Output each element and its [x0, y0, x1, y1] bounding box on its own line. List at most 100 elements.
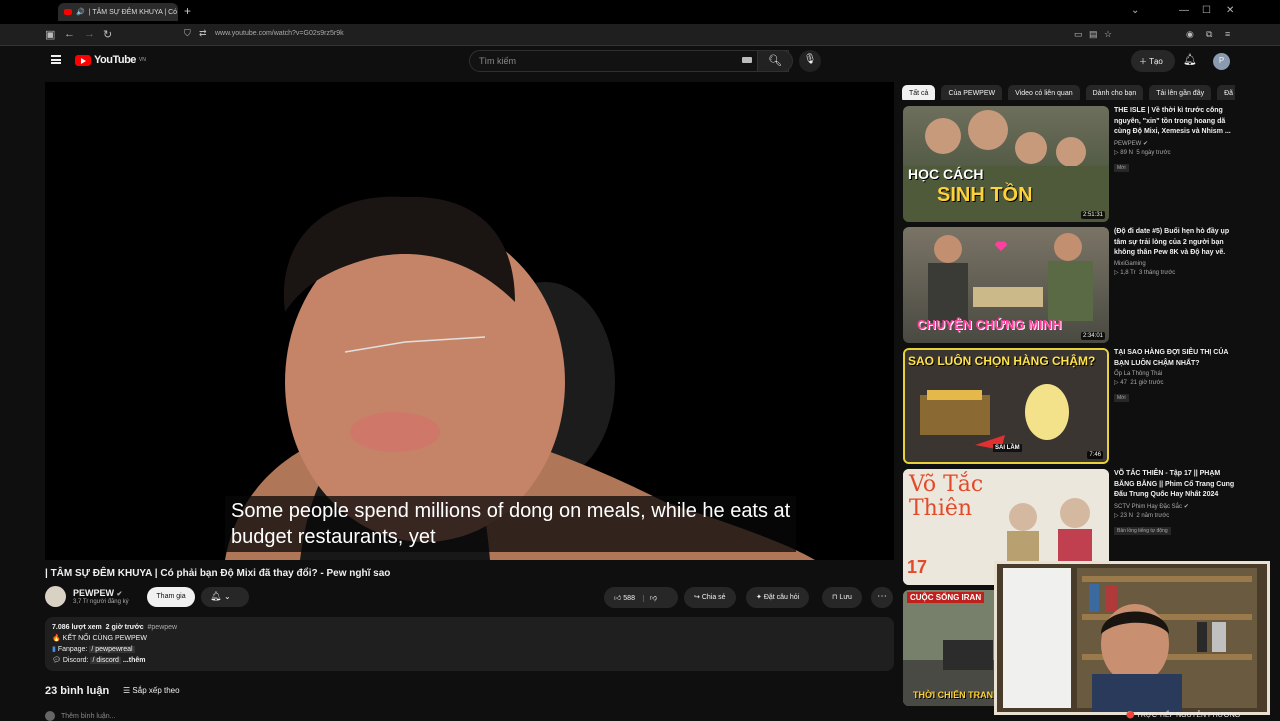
recommendation-item[interactable]: HỌC CÁCH SINH TỒN 2:51:31 THE ISLE | Về … [903, 106, 1235, 222]
region-code: VN [138, 57, 146, 63]
video-thumbnail[interactable]: HỌC CÁCH SINH TỒN 2:51:31 [903, 106, 1109, 222]
blue-book-icon: ▮ [52, 646, 56, 653]
hashtag-link[interactable]: #pewpew [148, 624, 178, 631]
hamburger-menu-icon[interactable] [51, 55, 61, 64]
youtube-header: YouTube VN Tìm kiếm 🔍︎ 🎙︎ ＋ Tạo 🔔︎ P [37, 46, 1243, 78]
thumbnail-text-1: Võ Tắc Thiên [909, 472, 984, 521]
show-more-link[interactable]: ...thêm [123, 657, 146, 664]
chip-channel[interactable]: Của PEWPEW [941, 85, 1003, 100]
dub-badge: Bản lồng tiếng tự động [1114, 526, 1171, 535]
thumbs-down-icon[interactable]: 👎︎ [642, 595, 658, 602]
recommendation-title[interactable]: VÕ TẮC THIÊN - Tập 17 || PHẠM BĂNG BĂNG … [1114, 469, 1235, 501]
ask-button[interactable]: ✦ Đặt câu hỏi [746, 587, 810, 608]
video-player[interactable]: Some people spend millions of dong on me… [45, 82, 894, 560]
recommendation-item[interactable]: CHUYỆN CHỨNG MINH 2:34:01 (Độ đi date #5… [903, 227, 1235, 343]
back-icon[interactable]: ← [64, 28, 75, 40]
new-tab-button[interactable]: + [184, 4, 191, 18]
chip-all[interactable]: Tất cả [902, 85, 936, 100]
sidebar-toggle-icon[interactable]: ▣ [45, 28, 55, 41]
recommendation-info: VÕ TẮC THIÊN - Tập 17 || PHẠM BĂNG BĂNG … [1114, 469, 1235, 537]
video-thumbnail[interactable]: SAO LUÔN CHỌN HÀNG CHẬM? SAI LẦM 7:46 [903, 348, 1109, 464]
thumbnail-text-2: SAI LẦM [993, 444, 1022, 452]
notifications-bell-icon[interactable]: 🔔︎ [1183, 53, 1197, 66]
video-thumbnail[interactable]: CHUYỆN CHỨNG MINH 2:34:01 [903, 227, 1109, 343]
bell-icon: 🔔︎ [210, 591, 222, 601]
share-icon: ↪ [694, 594, 700, 601]
recommendation-channel[interactable]: PEWPEW ✔ [1114, 140, 1235, 147]
bookmark-icon: ⊓ [832, 594, 838, 601]
maximize-icon[interactable]: ☐ [1202, 5, 1211, 16]
video-subtitles: Some people spend millions of dong on me… [225, 496, 797, 552]
share-button[interactable]: ↪ Chia sẻ [684, 587, 736, 608]
browser-toolbar: ▣ ← → ↻ ⛉ ⇄ www.youtube.com/watch?v=G02s… [0, 24, 1280, 46]
recommendation-item[interactable]: SAO LUÔN CHỌN HÀNG CHẬM? SAI LẦM 7:46 TẠ… [903, 348, 1235, 464]
channel-name[interactable]: PEWPEW ✔ [73, 588, 122, 598]
account-icon[interactable]: ◉ [1186, 29, 1194, 40]
browser-tab[interactable]: 🔊 | TÂM SỰ ĐÊM KHUYA | Có ✕ [58, 3, 178, 21]
user-avatar[interactable]: P [1213, 53, 1230, 70]
search-input[interactable]: Tìm kiếm [469, 50, 789, 72]
search-icon: 🔍︎ [768, 55, 782, 67]
new-badge: Mới [1114, 163, 1129, 172]
like-button[interactable]: 👍︎ 588 👎︎ [604, 587, 678, 608]
reader-icon[interactable]: ▤ [1089, 29, 1098, 40]
recommendation-channel[interactable]: MixiGaming [1114, 261, 1235, 267]
search-button[interactable]: 🔍︎ [757, 50, 793, 72]
recommendation-title[interactable]: TẠI SAO HÀNG ĐỢI SIÊU THỊ CỦA BẠN LUÔN C… [1114, 348, 1235, 369]
discord-link[interactable]: / discord [90, 657, 121, 664]
recommendation-channel[interactable]: SCTV Phim Hay Đặc Sắc ✔ [1114, 503, 1235, 510]
youtube-favicon-icon [64, 9, 72, 15]
reload-icon[interactable]: ↻ [103, 28, 112, 41]
live-stream-label: 🔴 TRỰC TIẾP NGUYỄN PHƯƠNG [1126, 712, 1241, 719]
recommendation-title[interactable]: (Độ đi date #5) Buổi hẹn hò đầy ụp tâm s… [1114, 227, 1235, 259]
thumbnail-text-1: SAO LUÔN CHỌN HÀNG CHẬM? [908, 354, 1096, 368]
create-button[interactable]: ＋ Tạo [1131, 50, 1175, 72]
chip-for-you[interactable]: Dành cho bạn [1085, 85, 1144, 100]
subtitle-line-2: budget restaurants, yet [231, 526, 436, 548]
video-duration: 7:46 [1087, 451, 1103, 459]
recommendation-meta: ▷ 23 N 2 năm trước [1114, 512, 1170, 519]
minimize-icon[interactable]: — [1179, 5, 1189, 16]
plus-icon: ＋ [1139, 57, 1150, 66]
tab-list-chevron-icon[interactable]: ⌄ [1131, 5, 1139, 16]
recommendation-channel[interactable]: Ốp La Thông Thái [1114, 371, 1235, 377]
keyboard-icon[interactable] [742, 57, 752, 63]
youtube-logo[interactable]: YouTube VN [75, 54, 146, 66]
thumbnail-text-2: THỜI CHIẾN TRANH [913, 690, 1000, 700]
shield-icon[interactable]: ⛉ [184, 28, 191, 39]
facebook-link[interactable]: / pewpewreal [89, 646, 135, 653]
close-window-icon[interactable]: ✕ [1226, 5, 1234, 16]
video-frame-image [225, 196, 815, 560]
verified-icon: ✔ [116, 591, 123, 598]
recommendation-title[interactable]: THE ISLE | Về thời kì trước công nguyên,… [1114, 106, 1235, 138]
video-title: | TÂM SỰ ĐÊM KHUYA | Có phải bạn Độ Mixi… [45, 568, 391, 579]
video-duration: 2:51:31 [1080, 211, 1105, 219]
webcam-image [997, 564, 1267, 712]
bookmark-star-icon[interactable]: ☆ [1104, 29, 1112, 40]
sort-comments-button[interactable]: ☰ Sắp xếp theo [123, 686, 180, 695]
extensions-icon[interactable]: ⧉ [1206, 29, 1212, 40]
speech-bubble-icon: 💬︎ [52, 657, 61, 664]
more-actions-button[interactable]: ⋯ [871, 587, 893, 608]
address-url[interactable]: www.youtube.com/watch?v=G02s9rz5r9k [215, 30, 344, 37]
create-label: Tạo [1149, 57, 1163, 66]
channel-avatar[interactable] [45, 586, 66, 607]
youtube-play-icon [75, 54, 91, 66]
voice-search-button[interactable]: 🎙︎ [799, 50, 821, 72]
save-button[interactable]: ⊓ Lưu [822, 587, 862, 608]
description-line-2: ▮ Fanpage: / pewpewreal [52, 646, 135, 653]
chip-related[interactable]: Video có liên quan [1008, 85, 1080, 100]
chip-watched[interactable]: Đã xem [1217, 85, 1235, 100]
tab-title: | TÂM SỰ ĐÊM KHUYA | Có [88, 8, 178, 16]
browser-menu-icon[interactable]: ≡ [1225, 29, 1230, 39]
forward-icon[interactable]: → [84, 28, 95, 40]
subscriber-count: 3,7 Tr người đăng ký [73, 599, 129, 605]
cast-icon[interactable]: ▭ [1074, 29, 1083, 40]
recommendation-meta: ▷ 47 21 giờ trước [1114, 380, 1164, 386]
join-button[interactable]: Tham gia [147, 587, 195, 607]
description-box[interactable]: 7.086 lượt xem 2 giờ trước #pewpew 🔥 KẾT… [45, 617, 894, 671]
subscription-bell-button[interactable]: 🔔︎ ⌄ [201, 587, 249, 607]
site-settings-icon[interactable]: ⇄ [199, 28, 207, 39]
thumbnail-text-2: 17 [907, 557, 928, 577]
chip-recent[interactable]: Tải lên gần đây [1149, 85, 1212, 100]
